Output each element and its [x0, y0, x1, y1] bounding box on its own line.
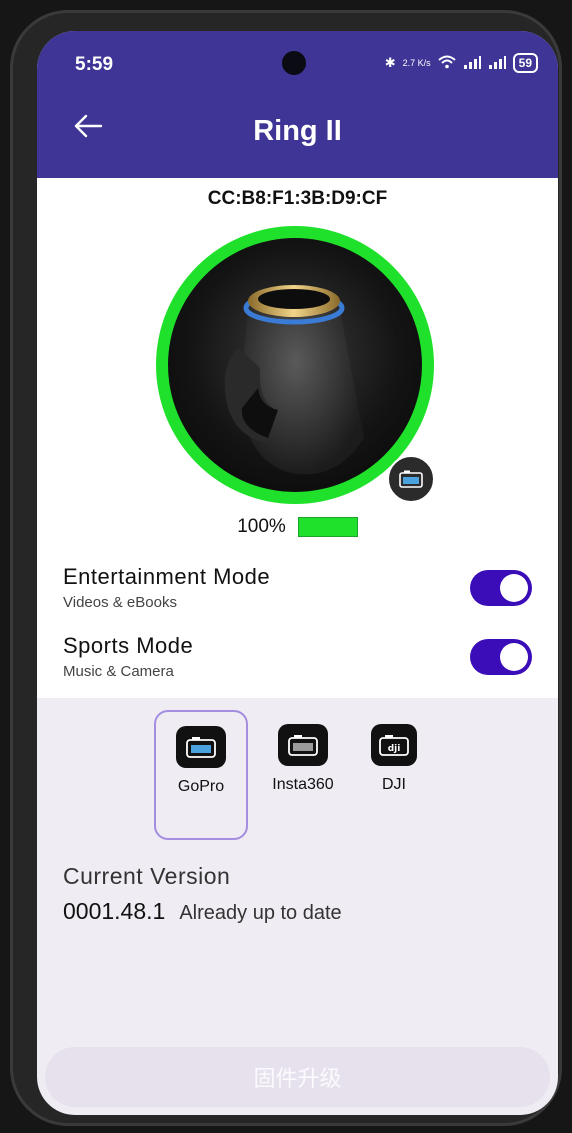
- entertainment-mode-row: Entertainment Mode Videos & eBooks: [63, 564, 532, 611]
- ring-device-image: [168, 238, 422, 492]
- bluetooth-icon: ✱: [384, 55, 396, 70]
- version-row: 0001.48.1 Already up to date: [63, 898, 342, 925]
- camera-option-dji[interactable]: dji DJI: [359, 724, 429, 794]
- sports-mode-toggle[interactable]: [470, 638, 532, 675]
- entertainment-mode-title: Entertainment Mode: [63, 564, 271, 589]
- battery-level-bar: [297, 517, 358, 537]
- sports-mode-title: Sports Mode: [63, 633, 194, 658]
- version-status: Already up to date: [179, 902, 342, 924]
- network-speed: 2.7 K/s: [402, 58, 431, 68]
- gopro-icon: [176, 726, 226, 768]
- battery-indicator: 59: [512, 53, 538, 73]
- camera-label-gopro: GoPro: [177, 778, 225, 795]
- sports-mode-text: Sports Mode Music & Camera: [63, 633, 193, 680]
- camera-label-insta360: Insta360: [272, 776, 334, 793]
- status-icons: ✱ 2.7 K/s 59: [385, 53, 538, 73]
- device-panel: CC:B8:F1:3B:D9:CF 100% Entertainment Mod…: [37, 178, 558, 698]
- camera-label-dji: DJI: [382, 776, 406, 793]
- battery-status: 100%: [37, 516, 558, 538]
- entertainment-mode-toggle[interactable]: [470, 569, 532, 606]
- sports-mode-row: Sports Mode Music & Camera: [63, 633, 532, 680]
- app-screen: 5:59 ✱ 2.7 K/s 59 Ring II CC:B8:F1:3B:D9…: [37, 31, 558, 1115]
- version-number: 0001.48.1: [63, 898, 166, 924]
- app-bar: 5:59 ✱ 2.7 K/s 59 Ring II: [37, 31, 558, 178]
- signal-icon-2: [488, 55, 506, 72]
- entertainment-mode-text: Entertainment Mode Videos & eBooks: [63, 564, 270, 611]
- wifi-icon: [437, 55, 456, 72]
- dji-icon: dji: [371, 724, 417, 766]
- current-version-title: Current Version: [63, 863, 231, 889]
- device-mac-address: CC:B8:F1:3B:D9:CF: [207, 188, 388, 209]
- status-time: 5:59: [75, 54, 114, 75]
- svg-text:dji: dji: [388, 744, 401, 754]
- page-title: Ring II: [253, 115, 342, 147]
- sports-mode-subtitle: Music & Camera: [63, 663, 174, 680]
- camera-badge-icon: [387, 455, 435, 503]
- entertainment-mode-subtitle: Videos & eBooks: [63, 594, 177, 611]
- firmware-upgrade-button[interactable]: 固件升级: [45, 1047, 550, 1107]
- insta360-icon: [278, 724, 328, 766]
- camera-option-gopro[interactable]: GoPro: [154, 710, 248, 840]
- front-camera: [282, 51, 306, 75]
- battery-percentage: 100%: [237, 516, 286, 537]
- camera-option-insta360[interactable]: Insta360: [263, 724, 343, 794]
- signal-icon-1: [463, 55, 481, 72]
